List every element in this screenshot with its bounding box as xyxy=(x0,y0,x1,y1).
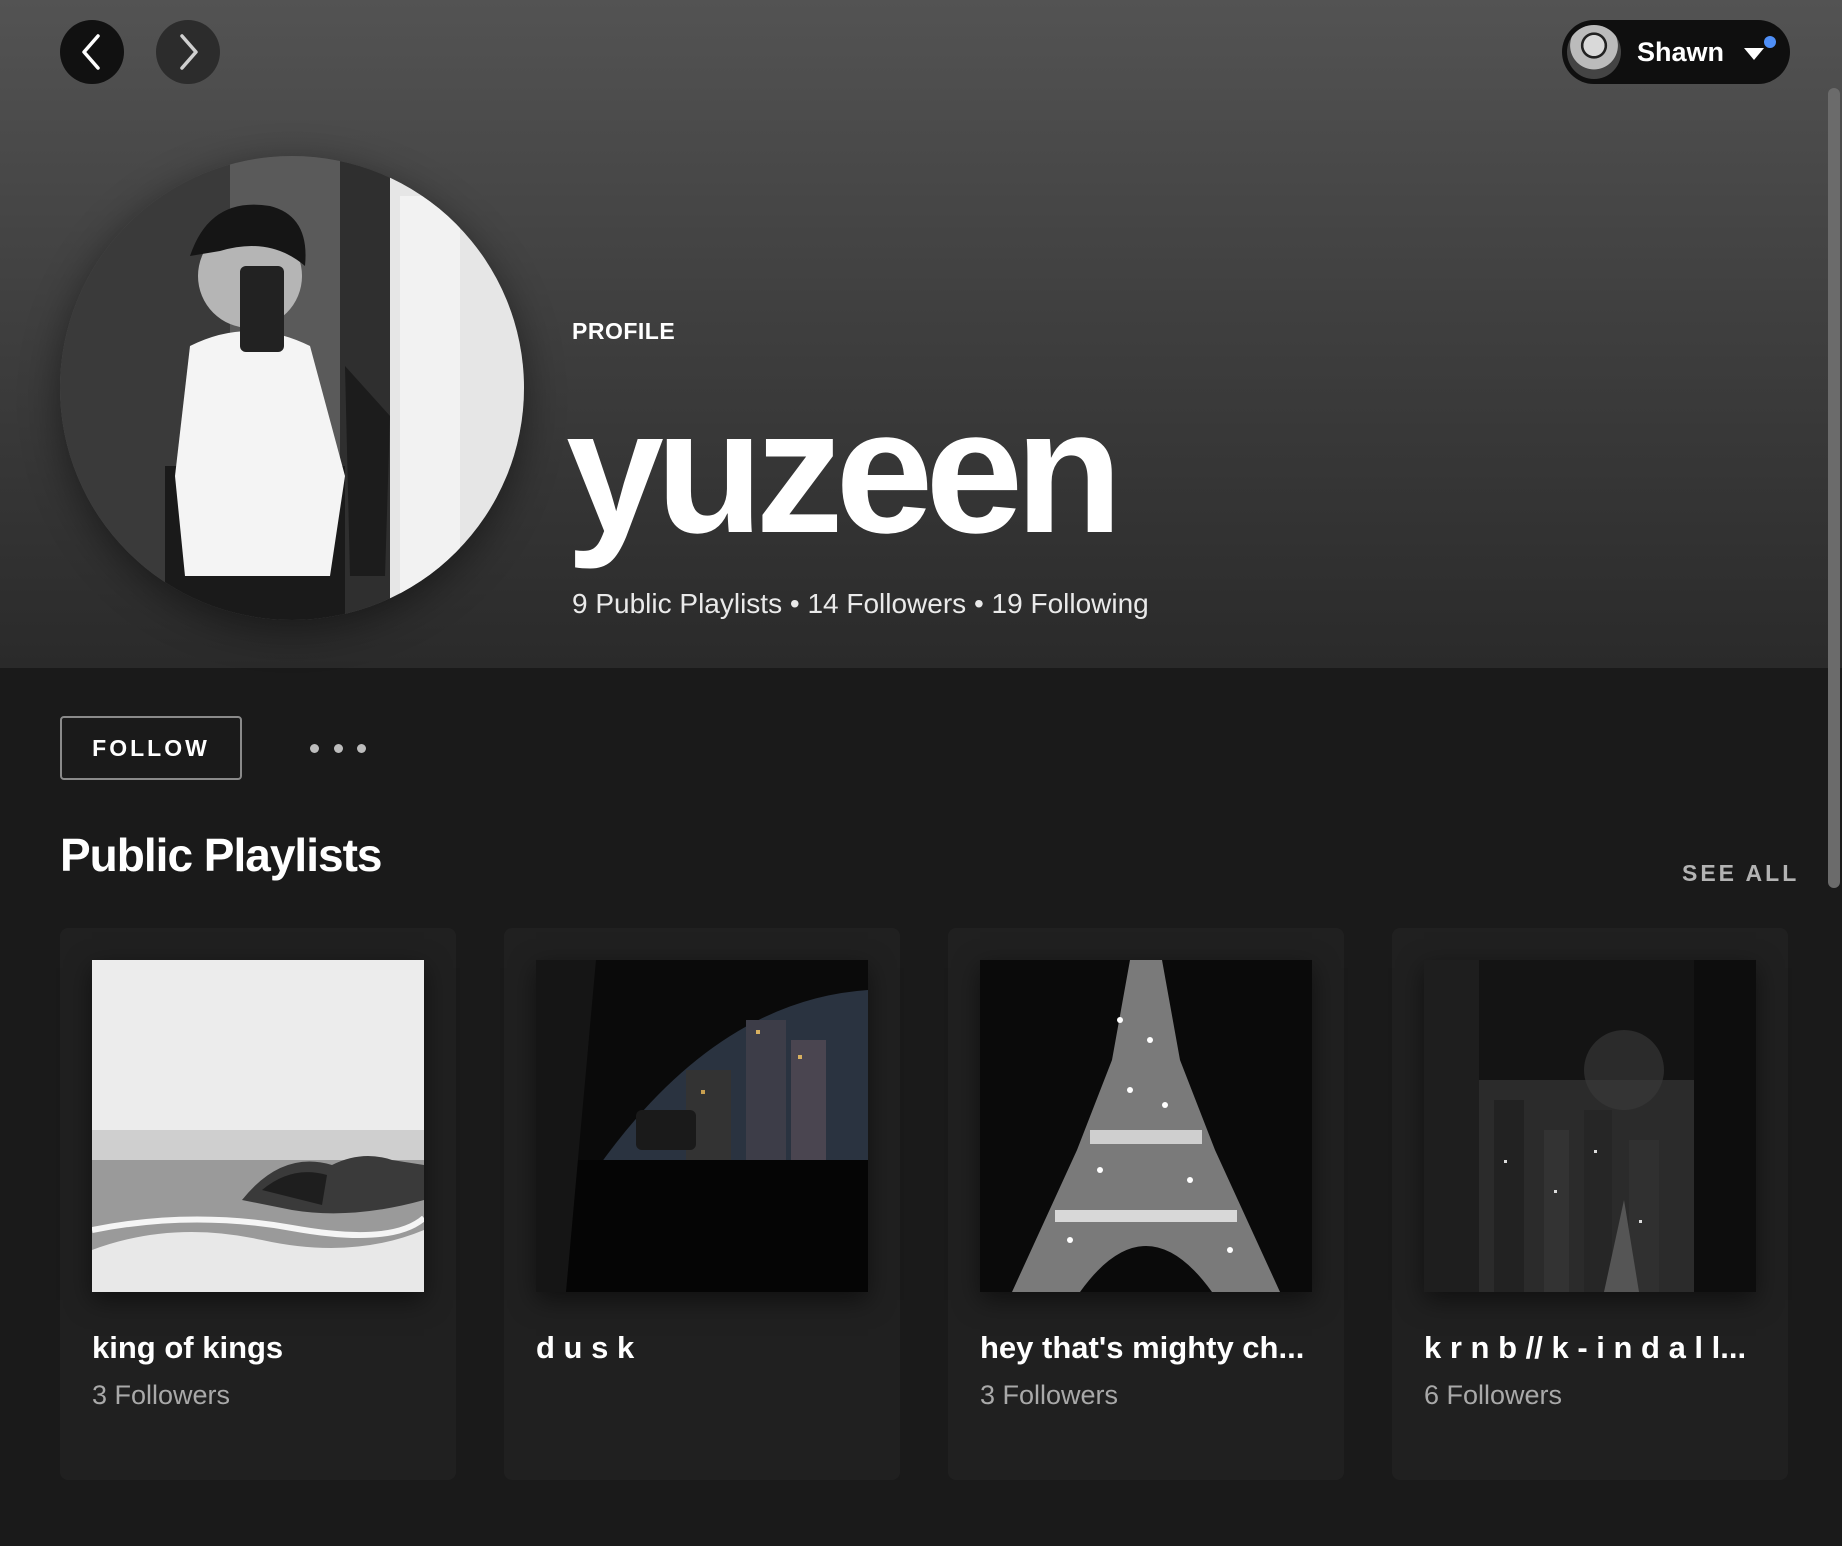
playlist-cover xyxy=(536,960,868,1292)
playlist-cover xyxy=(980,960,1312,1292)
playlist-card[interactable]: k r n b // k - i n d a l l... 6 Follower… xyxy=(1392,928,1788,1480)
user-menu-button[interactable]: Shawn xyxy=(1562,20,1790,84)
more-dot-icon xyxy=(310,743,319,753)
chevron-down-icon xyxy=(1744,48,1764,60)
playlist-card[interactable]: king of kings 3 Followers xyxy=(60,928,456,1480)
more-dot-icon xyxy=(333,743,343,753)
user-avatar xyxy=(1567,25,1621,79)
chevron-left-icon xyxy=(82,34,100,70)
follow-button[interactable]: FOLLOW xyxy=(60,716,242,780)
playlist-card[interactable]: d u s k xyxy=(504,928,900,1480)
chevron-right-icon xyxy=(180,34,198,70)
profile-stats[interactable]: 9 Public Playlists • 14 Followers • 19 F… xyxy=(572,588,1149,620)
more-options-button[interactable] xyxy=(310,730,366,766)
playlist-card[interactable]: hey that's mighty ch... 3 Followers xyxy=(948,928,1344,1480)
playlist-title[interactable]: king of kings xyxy=(92,1330,432,1366)
playlist-cover xyxy=(92,960,424,1292)
playlist-title[interactable]: hey that's mighty ch... xyxy=(980,1330,1320,1366)
playlist-followers: 6 Followers xyxy=(1424,1380,1563,1410)
user-name: Shawn xyxy=(1637,36,1725,67)
notification-dot xyxy=(1764,36,1776,48)
profile-name: yuzeen xyxy=(566,374,1123,570)
playlist-followers: 3 Followers xyxy=(980,1380,1119,1410)
playlist-followers: 3 Followers xyxy=(92,1380,231,1410)
more-dot-icon xyxy=(357,743,366,753)
playlist-cover xyxy=(1424,960,1756,1292)
forward-button[interactable] xyxy=(156,20,220,84)
profile-avatar xyxy=(60,156,524,620)
scrollbar-thumb[interactable] xyxy=(1828,88,1840,888)
profile-type-label: PROFILE xyxy=(572,318,676,344)
playlist-title[interactable]: d u s k xyxy=(536,1330,876,1366)
section-title: Public Playlists xyxy=(60,829,382,881)
playlist-title[interactable]: k r n b // k - i n d a l l... xyxy=(1424,1330,1764,1366)
back-button[interactable] xyxy=(60,20,124,84)
see-all-link[interactable]: SEE ALL xyxy=(1682,860,1799,887)
